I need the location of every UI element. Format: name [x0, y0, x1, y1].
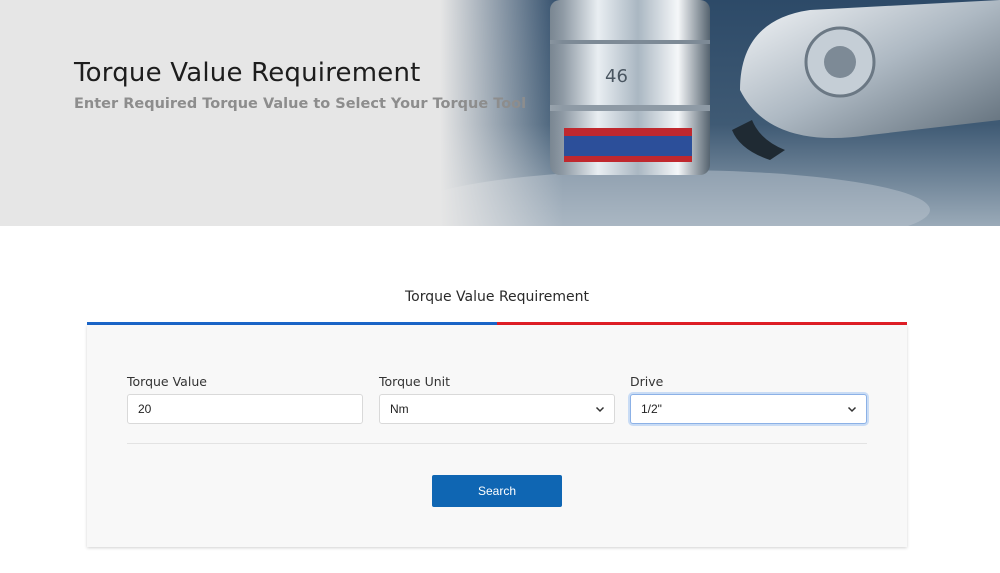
torque-value-text: 20 — [138, 402, 152, 416]
hero-title: Torque Value Requirement — [74, 58, 421, 88]
torque-unit-select[interactable]: Nm — [379, 394, 615, 424]
hero-subtitle: Enter Required Torque Value to Select Yo… — [74, 96, 527, 112]
torque-unit-value: Nm — [390, 402, 409, 416]
torque-unit-label: Torque Unit — [379, 374, 451, 389]
drive-select[interactable]: 1/2" — [630, 394, 867, 424]
drive-value: 1/2" — [641, 402, 662, 416]
hero-banner: 46 Torque Value Requirement Enter Requir… — [0, 0, 1000, 226]
torque-form-card: Torque Value 20 Torque Unit Nm Drive 1/2… — [87, 325, 907, 547]
form-divider — [127, 443, 867, 444]
hero-socket-wrench-image: 46 — [440, 0, 1000, 226]
torque-value-label: Torque Value — [127, 374, 207, 389]
chevron-down-icon — [595, 406, 605, 413]
section-title: Torque Value Requirement — [404, 289, 589, 305]
torque-value-input[interactable]: 20 — [127, 394, 363, 424]
chevron-down-icon — [847, 406, 857, 413]
search-button[interactable]: Search — [432, 475, 562, 507]
drive-label: Drive — [630, 374, 664, 389]
